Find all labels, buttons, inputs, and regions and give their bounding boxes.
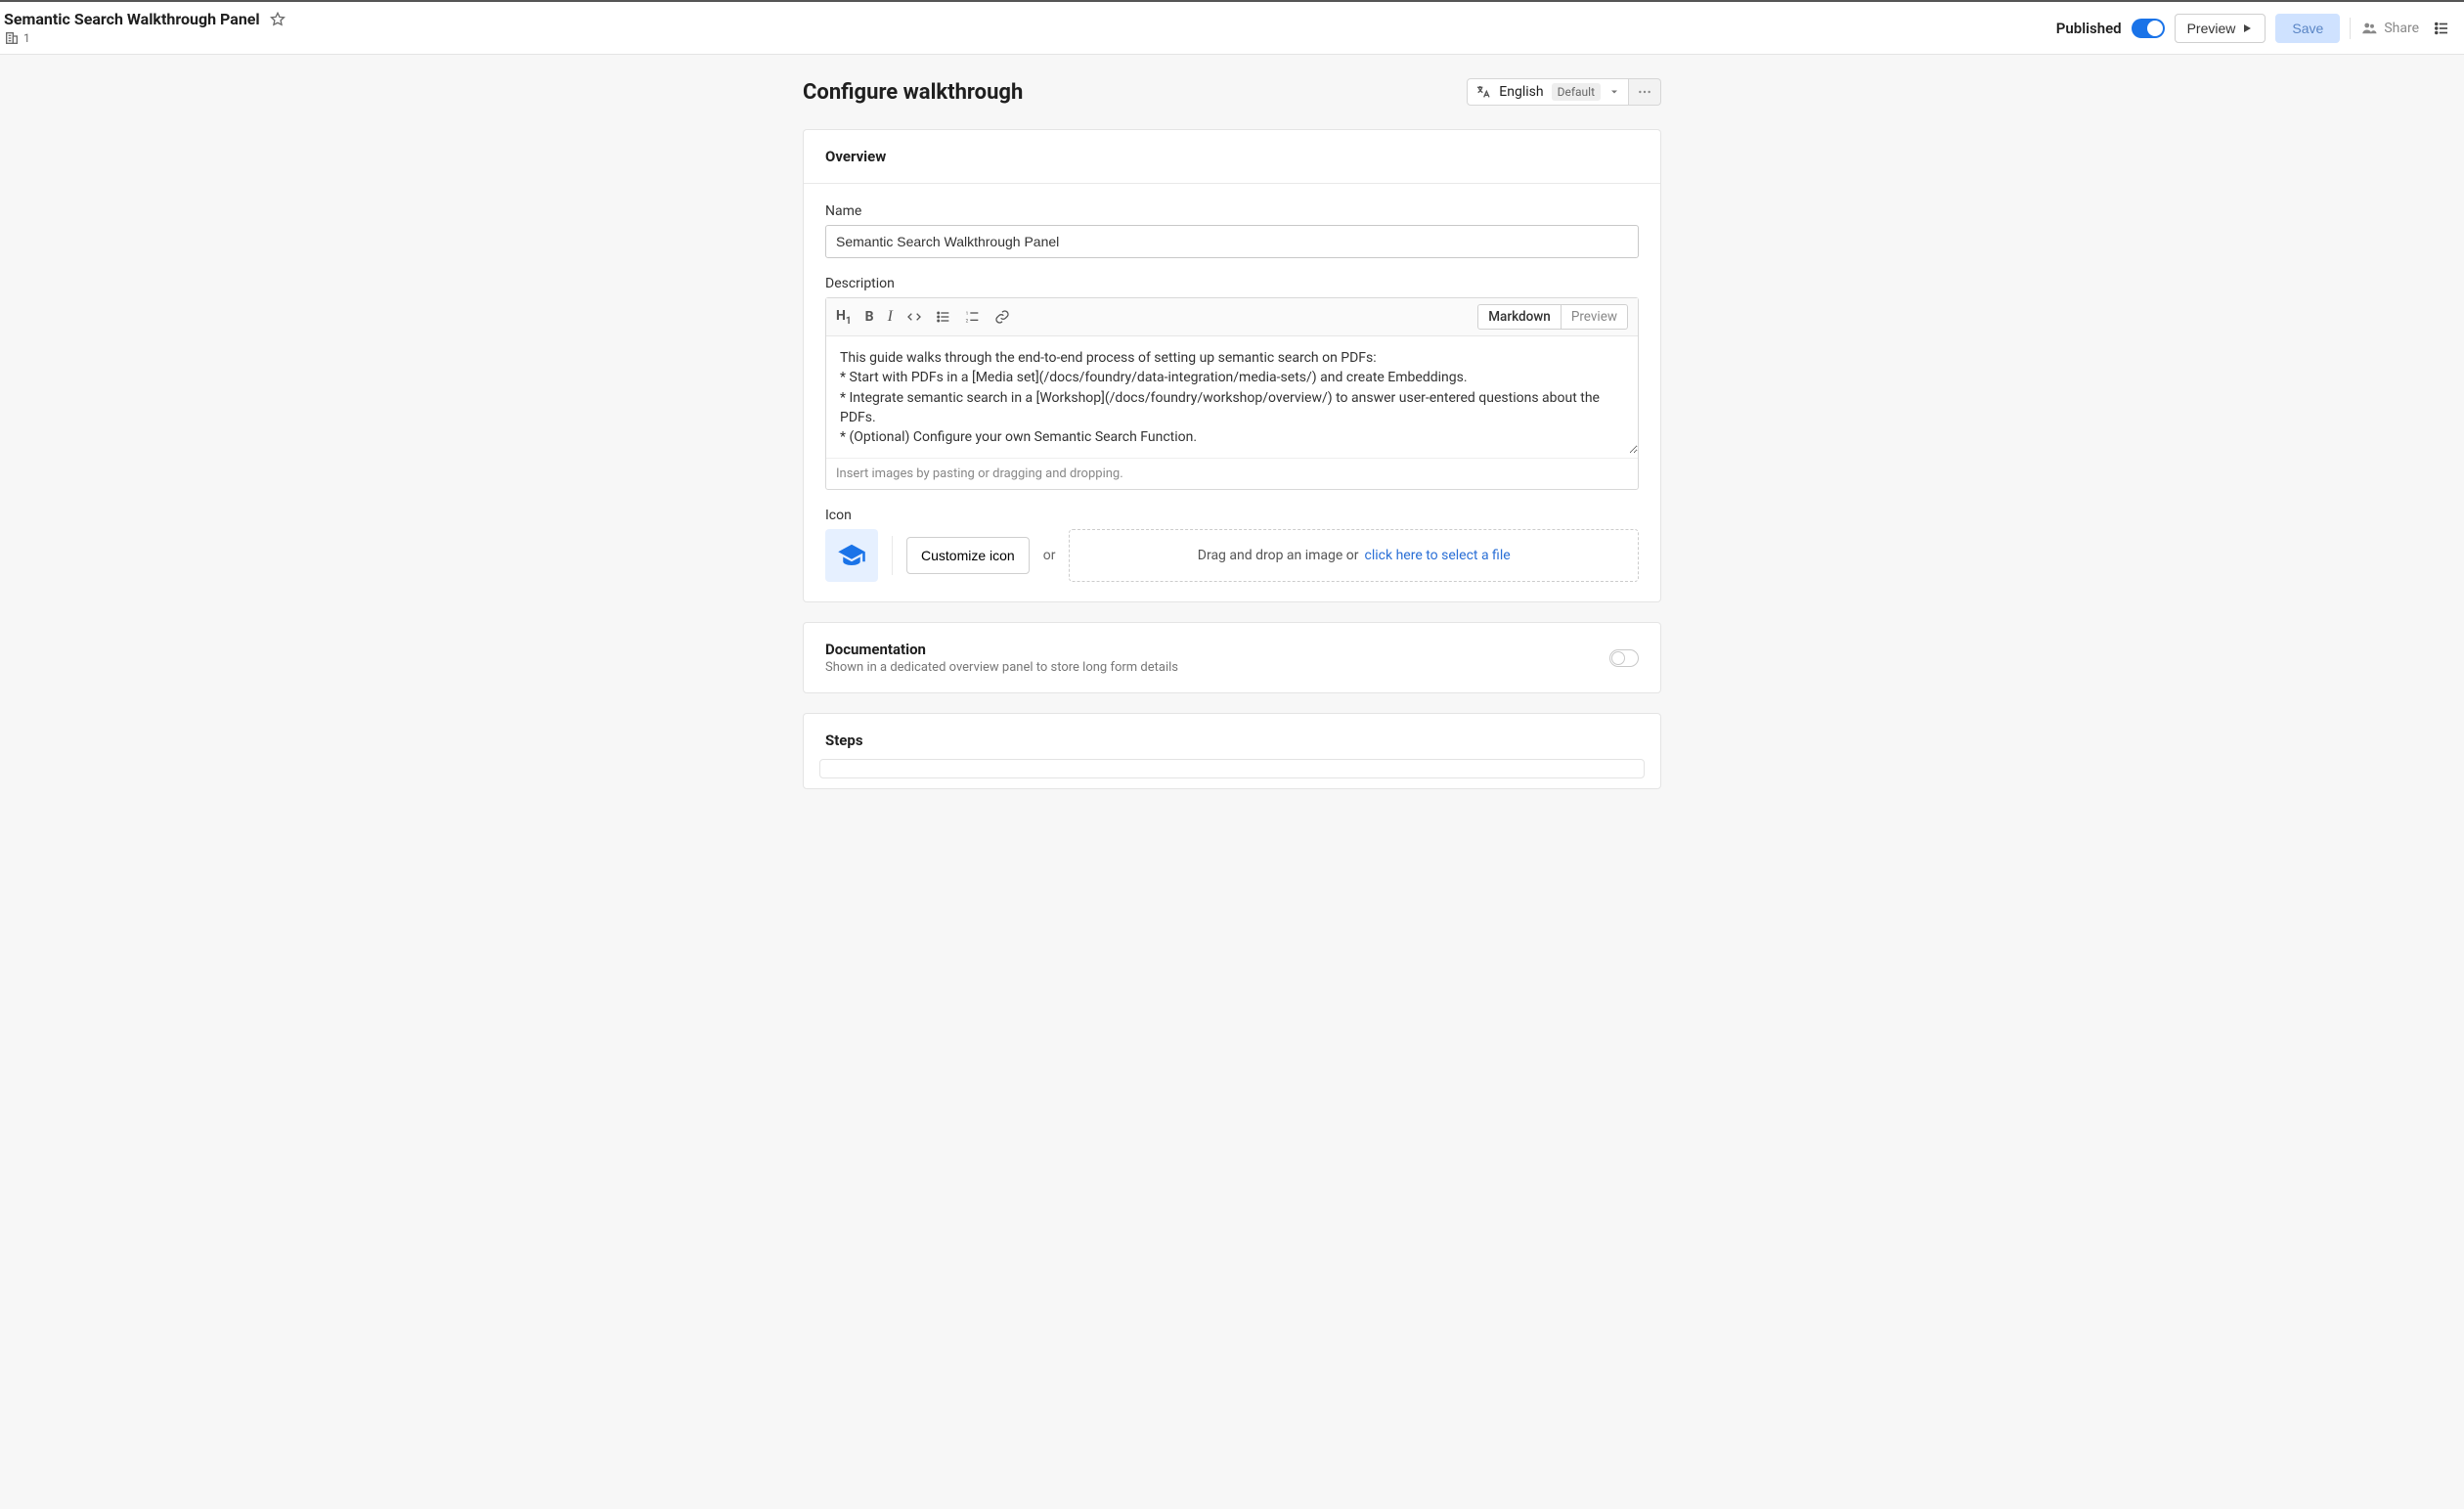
icon-label: Icon: [825, 508, 1639, 523]
published-label: Published: [2056, 20, 2122, 37]
select-file-link[interactable]: click here to select a file: [1365, 548, 1511, 563]
link-icon[interactable]: [994, 309, 1010, 325]
tab-markdown[interactable]: Markdown: [1477, 304, 1562, 330]
or-text: or: [1043, 548, 1056, 563]
preview-button[interactable]: Preview: [2175, 14, 2266, 43]
bullet-list-icon[interactable]: [936, 309, 951, 325]
building-icon: [4, 30, 20, 46]
outline-icon[interactable]: [2429, 16, 2454, 41]
documentation-toggle[interactable]: [1609, 649, 1639, 667]
step-item-placeholder[interactable]: [819, 759, 1645, 778]
top-bar-right: Published Preview Save Share: [2056, 14, 2454, 43]
share-button[interactable]: Share: [2360, 20, 2419, 37]
divider: [892, 536, 893, 575]
description-textarea[interactable]: [826, 336, 1638, 454]
svg-text:1: 1: [966, 311, 969, 317]
chevron-down-icon: [1608, 86, 1620, 98]
bold-icon[interactable]: B: [865, 309, 874, 325]
top-bar-left: Semantic Search Walkthrough Panel 1: [4, 10, 286, 46]
heading-icon[interactable]: H1: [836, 308, 852, 327]
overview-panel-header: Overview: [804, 130, 1660, 184]
language-name: English: [1499, 84, 1543, 100]
overview-panel: Overview Name Description H1 B I: [803, 129, 1661, 602]
documentation-subtitle: Shown in a dedicated overview panel to s…: [825, 660, 1178, 675]
editor-hint: Insert images by pasting or dragging and…: [826, 458, 1638, 489]
tab-preview[interactable]: Preview: [1562, 304, 1628, 330]
configure-heading: Configure walkthrough: [803, 80, 1023, 105]
graduation-cap-icon: [837, 541, 866, 570]
numbered-list-icon[interactable]: 1 2: [965, 309, 981, 325]
language-default-badge: Default: [1552, 83, 1601, 101]
page-title-text: Semantic Search Walkthrough Panel: [4, 10, 260, 28]
customize-icon-button[interactable]: Customize icon: [906, 537, 1030, 574]
language-selector[interactable]: English Default: [1467, 78, 1629, 106]
star-icon[interactable]: [270, 12, 286, 27]
building-count: 1: [23, 31, 30, 45]
icon-preview: [825, 529, 878, 582]
name-label: Name: [825, 203, 1639, 219]
language-controls: English Default: [1467, 78, 1661, 106]
page-header: Configure walkthrough English Default: [803, 78, 1661, 106]
top-bar: Semantic Search Walkthrough Panel 1 Publ…: [0, 0, 2464, 55]
steps-panel: Steps: [803, 713, 1661, 789]
editor-toolbar: H1 B I: [826, 298, 1638, 336]
icon-dropzone[interactable]: Drag and drop an image or click here to …: [1069, 529, 1639, 582]
building-row: 1: [4, 30, 286, 46]
divider: [2350, 18, 2351, 39]
description-label: Description: [825, 276, 1639, 291]
name-input[interactable]: [825, 225, 1639, 258]
play-icon: [2241, 22, 2253, 34]
italic-icon[interactable]: I: [888, 308, 893, 326]
more-icon: [1637, 84, 1652, 100]
documentation-title: Documentation: [825, 641, 1178, 658]
people-icon: [2360, 20, 2378, 37]
description-editor: H1 B I: [825, 297, 1639, 490]
main-area: Configure walkthrough English Default: [0, 55, 2464, 848]
steps-title: Steps: [804, 714, 1660, 759]
svg-text:2: 2: [966, 318, 969, 324]
code-icon[interactable]: [906, 309, 922, 325]
language-more-button[interactable]: [1629, 78, 1661, 106]
documentation-panel: Documentation Shown in a dedicated overv…: [803, 622, 1661, 693]
published-toggle[interactable]: [2132, 19, 2165, 38]
translate-icon: [1475, 84, 1491, 100]
save-button[interactable]: Save: [2275, 14, 2340, 43]
